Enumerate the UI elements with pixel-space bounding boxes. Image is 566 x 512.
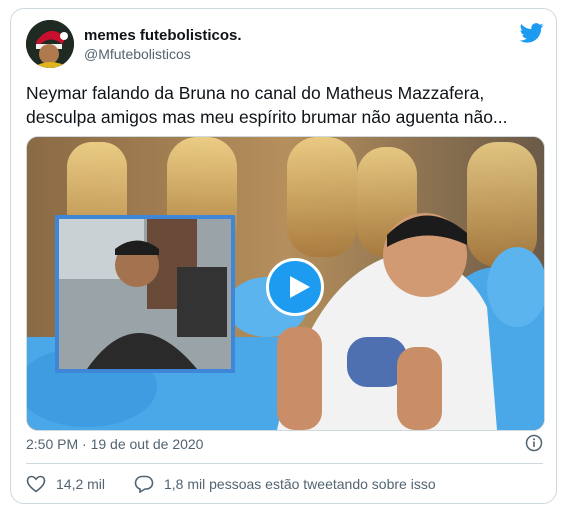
info-icon[interactable]	[525, 434, 543, 452]
play-icon[interactable]	[266, 258, 324, 316]
reply-text: 1,8 mil pessoas estão tweetando sobre is…	[164, 476, 436, 492]
heart-icon	[26, 475, 46, 493]
tweet-timestamp[interactable]: 2:50 PM · 19 de out de 2020	[26, 436, 203, 452]
like-count: 14,2 mil	[56, 476, 106, 492]
tweet-text: Neymar falando da Bruna no canal do Math…	[26, 81, 546, 129]
twitter-bird-icon[interactable]	[520, 23, 544, 43]
tweet-text-line: Neymar falando da Bruna no canal do Math…	[26, 83, 485, 103]
author-name[interactable]: memes futebolisticos.	[84, 27, 242, 44]
avatar[interactable]	[26, 20, 74, 68]
tweet-text-line: desculpa amigos mas meu espírito brumar …	[26, 107, 508, 127]
reply-button[interactable]: 1,8 mil pessoas estão tweetando sobre is…	[134, 475, 436, 493]
reply-icon	[134, 475, 154, 493]
tweet-card: memes futebolisticos. @Mfutebolisticos N…	[10, 8, 557, 504]
divider	[26, 463, 543, 464]
avatar-image	[26, 20, 74, 68]
like-button[interactable]: 14,2 mil	[26, 475, 105, 493]
video-player[interactable]	[26, 136, 545, 431]
author-handle[interactable]: @Mfutebolisticos	[84, 46, 191, 62]
